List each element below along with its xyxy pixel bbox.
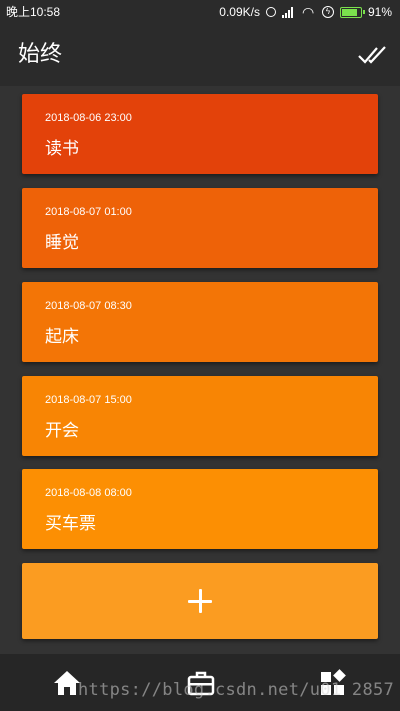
- task-list: 2018-08-06 23:00 读书 2018-08-07 01:00 睡觉 …: [0, 86, 400, 654]
- task-card[interactable]: 2018-08-06 23:00 读书: [22, 94, 378, 174]
- page-title: 始终: [18, 42, 63, 67]
- task-time: 2018-08-08 08:00: [45, 487, 132, 499]
- task-card[interactable]: 2018-08-07 15:00 开会: [22, 376, 378, 456]
- task-label: 读书: [45, 139, 79, 159]
- watermark: https://blog.csdn.net/u01 2857: [78, 680, 395, 700]
- task-label: 睡觉: [45, 233, 79, 253]
- task-label: 买车票: [45, 514, 96, 534]
- task-time: 2018-08-07 01:00: [45, 206, 132, 218]
- battery-icon: [339, 6, 365, 18]
- done-all-icon[interactable]: [358, 44, 388, 66]
- plus-icon: [188, 589, 212, 613]
- add-task-button[interactable]: [22, 563, 378, 639]
- task-time: 2018-08-06 23:00: [45, 112, 132, 124]
- task-time: 2018-08-07 08:30: [45, 300, 132, 312]
- task-card[interactable]: 2018-08-07 08:30 起床: [22, 282, 378, 362]
- task-card[interactable]: 2018-08-08 08:00 买车票: [22, 469, 378, 549]
- alarm-icon: [265, 7, 276, 17]
- task-label: 起床: [45, 327, 79, 347]
- status-bar: 晚上10:58 0.09K/s ϟ 91%: [0, 0, 400, 24]
- task-label: 开会: [45, 421, 79, 441]
- task-time: 2018-08-07 15:00: [45, 394, 132, 406]
- app-bar: 始终: [0, 24, 400, 86]
- task-card[interactable]: 2018-08-07 01:00 睡觉: [22, 188, 378, 268]
- charge-icon: ϟ: [321, 6, 334, 18]
- status-right: 0.09K/s ϟ 91%: [219, 0, 392, 24]
- battery-percent: 91%: [367, 5, 392, 19]
- wifi-icon: [302, 0, 316, 24]
- network-speed: 0.09K/s: [219, 5, 260, 19]
- status-time: 晚上10:58: [6, 5, 61, 19]
- signal-icon: [281, 6, 296, 18]
